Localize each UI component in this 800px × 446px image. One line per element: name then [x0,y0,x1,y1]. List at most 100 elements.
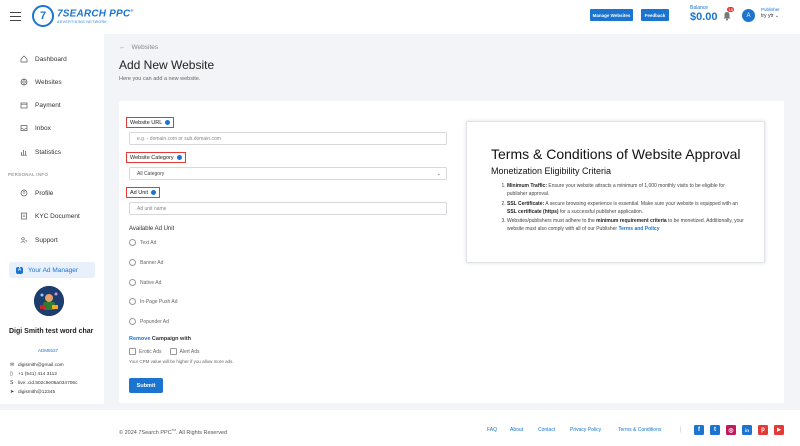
radio-button[interactable] [129,298,136,305]
ad-unit-option[interactable]: Text Ad [129,239,156,246]
category-value: All Category [137,170,165,177]
terms-subtitle: Monetization Eligibility Criteria [491,166,612,176]
erotic-ads-checkbox[interactable] [129,348,136,355]
remove-word: Remove [129,336,151,342]
copyright-post: . All Rights Reserved [176,429,228,436]
terms-item-text: A secure browsing experience is essentia… [544,200,738,207]
sidebar-item-statistics[interactable]: Statistics [20,148,61,156]
sidebar-item-websites[interactable]: Websites [20,78,62,86]
radio-button[interactable] [129,318,136,325]
website-url-label-text: Website URL [130,119,163,126]
footer-link-terms[interactable]: Terms & Conditions [618,427,661,433]
footer: © 2024 7Search PPCTM. All Rights Reserve… [0,410,800,446]
sidebar-item-label: Payment [35,101,61,109]
sidebar-item-kyc-document[interactable]: KYC Document [20,212,80,220]
ad-unit-option[interactable]: In-Page Push Ad [129,298,178,305]
terms-policy-link[interactable]: Terms and Policy [618,226,659,232]
inbox-icon [20,125,28,131]
terms-item-bold: Minimum Traffic: [507,183,548,189]
ad-unit-option-label: Banner Ad [140,259,164,266]
footer-link-about[interactable]: About [510,427,523,433]
ad-unit-option-label: In-Page Push Ad [140,298,178,305]
sidebar-item-payment[interactable]: Payment [20,101,61,109]
terms-item: Websites/publishers must adhere to the m… [507,217,744,233]
instagram-icon[interactable]: ◎ [726,425,736,435]
linkedin-icon[interactable]: in [742,425,752,435]
manager-telegram[interactable]: ➤ digismith@12345 [10,389,55,395]
footer-link-privacy[interactable]: Privacy Policy [570,427,601,433]
sidebar-item-inbox[interactable]: Inbox [20,124,51,132]
support-icon [20,237,28,244]
website-url-input[interactable]: e.g. - domain.com or sub.domain.com [129,132,447,145]
user-menu[interactable]: Publisher try ytr ⌄ [761,7,780,19]
logo[interactable]: 7 7SEARCH PPC® ADVERTISING NETWORK [32,5,133,27]
terms-list: Minimum Traffic: Ensure your website att… [499,182,744,235]
telegram-icon: ➤ [10,389,15,395]
page-title: Add New Website [119,58,215,72]
home-icon [20,55,28,63]
terms-item-text: Websites/publishers must adhere to the [507,218,597,224]
twitter-icon[interactable]: t [710,425,720,435]
ad-unit-label-text: Ad Unit [130,189,149,196]
ad-unit-option-label: Text Ad [140,239,157,246]
sidebar-item-label: KYC Document [35,212,80,220]
manager-telegram-text: digismith@12345 [18,389,56,395]
breadcrumb-label: Websites [131,44,159,51]
manager-email[interactable]: ✉ digismith@gmail.com [10,362,64,368]
profile-icon [20,189,28,197]
footer-link-contact[interactable]: Contact [538,427,555,433]
manager-phone-text: +1 (541) 414 3112 [18,371,57,377]
chevron-down-icon: ⌄ [436,171,441,177]
ad-unit-option[interactable]: Native Ad [129,279,161,286]
chevron-down-icon: ⌄ [774,13,780,19]
breadcrumb[interactable]: ← Websites [119,44,158,51]
skype-icon: S [10,380,14,386]
sidebar-item-label: Inbox [35,124,51,132]
feedback-button[interactable]: Feedback [641,9,669,21]
campaign-options: Erotic Ads Alert Ads [129,348,200,355]
menu-icon[interactable] [10,12,21,21]
info-icon[interactable] [151,190,157,195]
info-icon[interactable] [165,120,171,125]
balance: Balance $0.00 [690,5,718,23]
ad-unit-option-label: Native Ad [140,279,162,286]
sidebar-item-label: Websites [35,78,62,86]
bell-icon[interactable] [722,11,732,21]
youtube-icon[interactable]: ▶ [774,425,784,435]
website-category-select[interactable]: All Category ⌄ [129,167,447,180]
sidebar-item-dashboard[interactable]: Dashboard [20,55,67,63]
manager-name: Digi Smith test word char [9,328,94,335]
submit-button[interactable]: Submit [129,378,163,393]
alert-ads-checkbox[interactable] [169,348,177,355]
logo-title: 7SEARCH PPC [57,8,131,20]
pinterest-icon[interactable]: p [758,425,768,435]
facebook-icon[interactable]: f [694,425,704,435]
chart-icon [21,150,27,156]
footer-link-faq[interactable]: FAQ [487,427,497,433]
website-category-label: Website Category [126,152,186,163]
terms-item: Minimum Traffic: Ensure your website att… [507,182,744,198]
user-name: try ytr [761,13,774,19]
radio-button[interactable] [129,239,136,246]
ad-unit-option[interactable]: Banner Ad [129,259,163,266]
manager-skype-text: live:.cid.502c9e05a034706c [18,380,78,386]
copyright: © 2024 7Search PPCTM. All Rights Reserve… [119,428,227,436]
info-icon[interactable] [176,155,182,160]
ad-unit-label: Ad Unit [126,187,161,198]
ad-unit-input[interactable]: Ad unit name [129,202,447,215]
manager-id: ADM5537 [38,348,59,353]
sidebar-item-profile[interactable]: Profile [20,189,53,197]
radio-button[interactable] [129,259,136,266]
sidebar: Dashboard Websites Payment Inbox Statist… [0,34,104,404]
remove-campaign-title: Remove Campaign with [129,336,191,342]
manage-websites-button[interactable]: Manage Websites [590,9,633,21]
ad-unit-option[interactable]: Popunder Ad [129,318,169,325]
avatar[interactable]: A [742,9,755,22]
sidebar-item-support[interactable]: Support [20,236,58,244]
manager-skype[interactable]: Slive:.cid.502c9e05a034706c [10,380,77,386]
ad-manager-button[interactable]: A Your Ad Manager [9,262,95,278]
manager-phone[interactable]: ▯ +1 (541) 414 3112 [10,371,57,377]
radio-button[interactable] [129,279,136,286]
globe-icon [20,78,28,86]
manager-email-text: digismith@gmail.com [18,362,64,368]
